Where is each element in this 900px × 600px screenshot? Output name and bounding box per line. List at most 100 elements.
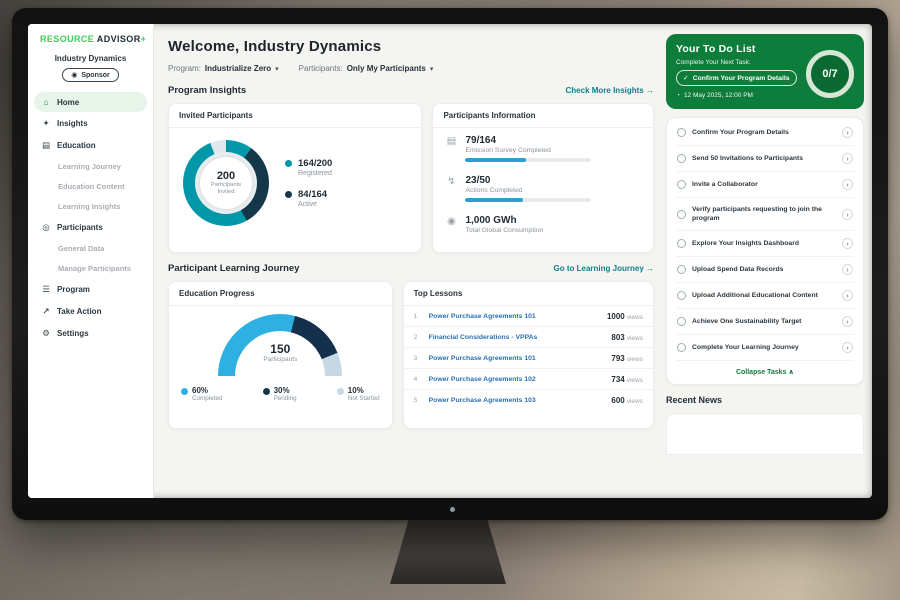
lesson-link[interactable]: Power Purchase Agreements 101 — [429, 355, 605, 362]
checkbox-icon[interactable] — [677, 154, 686, 163]
program-filter-label: Program: — [168, 64, 201, 73]
task-upload-spend-data[interactable]: Upload Spend Data Records › — [676, 257, 854, 283]
checkbox-icon[interactable] — [677, 128, 686, 137]
sidebar-item-learning-journey[interactable]: Learning Journey — [34, 157, 147, 176]
sidebar-item-participants[interactable]: ◎ Participants — [34, 217, 147, 238]
sponsor-label: Sponsor — [81, 72, 109, 79]
checkbox-icon[interactable] — [677, 239, 686, 248]
lesson-row: 5 Power Purchase Agreements 103 600views — [404, 390, 653, 410]
collapse-tasks-link[interactable]: Collapse Tasks ∧ — [676, 361, 854, 382]
go-to-learning-journey-link[interactable]: Go to Learning Journey → — [554, 264, 654, 273]
chevron-right-icon[interactable]: › — [842, 238, 853, 249]
logo-advisor: ADVISOR — [97, 34, 141, 44]
task-verify-participants[interactable]: Verify participants requesting to join t… — [676, 198, 854, 231]
participants-icon: ◎ — [41, 222, 51, 233]
progress-bar-fill — [465, 198, 523, 202]
clock-icon: ◔ — [676, 92, 680, 99]
lesson-views-value: 803 — [611, 333, 624, 342]
lesson-link[interactable]: Power Purchase Agreements 101 — [429, 313, 600, 320]
task-upload-educational-content[interactable]: Upload Additional Educational Content › — [676, 283, 854, 309]
chevron-right-icon[interactable]: › — [842, 342, 853, 353]
sidebar-item-education[interactable]: ▤ Education — [34, 135, 147, 156]
participants-filter-value[interactable]: Only My Participants — [347, 64, 426, 73]
chevron-right-icon[interactable]: › — [842, 209, 853, 220]
gear-icon: ⚙ — [41, 328, 51, 339]
checkbox-icon[interactable] — [677, 265, 686, 274]
sidebar-item-settings[interactable]: ⚙ Settings — [34, 323, 147, 344]
chevron-right-icon[interactable]: › — [842, 264, 853, 275]
monitor-stand — [390, 520, 506, 584]
program-filter-value[interactable]: Industrialize Zero — [205, 64, 271, 73]
invited-legend: 164/200 Registered 84/164 Active — [285, 158, 332, 208]
sidebar-item-manage-participants[interactable]: Manage Participants — [34, 259, 147, 278]
stat-emission-survey: ▤ 79/164 Emission Survey Completed — [433, 128, 653, 168]
sidebar-item-take-action[interactable]: ↗ Take Action — [34, 301, 147, 322]
legend-item-registered: 164/200 Registered — [285, 158, 332, 177]
lightning-icon: ↯ — [445, 176, 457, 187]
sponsor-badge[interactable]: ◉ Sponsor — [62, 68, 119, 82]
invited-participants-card-title: Invited Participants — [169, 104, 421, 128]
sidebar-item-label: Home — [57, 98, 79, 107]
gauge-center-value: 150 — [218, 342, 342, 356]
legend-label: Completed — [192, 395, 222, 402]
lesson-row: 3 Power Purchase Agreements 101 793views — [404, 348, 653, 369]
todo-next-task-label: Confirm Your Program Details — [693, 75, 790, 82]
lesson-rank: 4 — [414, 376, 422, 383]
chevron-down-icon[interactable]: ▾ — [275, 65, 279, 73]
lesson-views-label: views — [627, 314, 643, 321]
task-confirm-program-details[interactable]: Confirm Your Program Details › — [676, 120, 854, 146]
lesson-link[interactable]: Power Purchase Agreements 103 — [429, 397, 605, 404]
program-filter: Program: Industrialize Zero ▾ — [168, 64, 279, 73]
take-action-icon: ↗ — [41, 306, 51, 317]
task-invite-collaborator[interactable]: Invite a Collaborator › — [676, 172, 854, 198]
task-complete-learning-journey[interactable]: Complete Your Learning Journey › — [676, 335, 854, 361]
sidebar-item-learning-insights[interactable]: Learning Insights — [34, 197, 147, 216]
participants-filter-label: Participants: — [299, 64, 343, 73]
chevron-right-icon[interactable]: › — [842, 179, 853, 190]
sidebar-item-insights[interactable]: ✦ Insights — [34, 113, 147, 134]
org-name: Industry Dynamics — [28, 54, 153, 63]
checkbox-icon[interactable] — [677, 291, 686, 300]
sidebar: RESOURCE ADVISOR+ Industry Dynamics ◉ Sp… — [28, 24, 154, 498]
stat-value: 23/50 — [465, 175, 591, 186]
legend-label: Registered — [298, 170, 332, 177]
gauge-center-label: Participants — [218, 356, 342, 363]
checkbox-icon[interactable] — [677, 343, 686, 352]
lesson-views-value: 600 — [611, 396, 624, 405]
chevron-up-icon: ∧ — [788, 369, 794, 376]
sidebar-item-home[interactable]: ⌂ Home — [34, 92, 147, 112]
chevron-right-icon[interactable]: › — [842, 127, 853, 138]
task-send-invitations[interactable]: Send 50 Invitations to Participants › — [676, 146, 854, 172]
checkbox-icon[interactable] — [677, 210, 686, 219]
survey-icon: ▤ — [445, 136, 457, 147]
legend-label: Pending — [274, 395, 297, 402]
checkbox-icon[interactable] — [677, 317, 686, 326]
sidebar-item-general-data[interactable]: General Data — [34, 239, 147, 258]
recent-news-title: Recent News — [666, 395, 864, 405]
sidebar-item-education-content[interactable]: Education Content — [34, 177, 147, 196]
lesson-link[interactable]: Power Purchase Agreements 102 — [429, 376, 605, 383]
arrow-right-icon: → — [646, 264, 654, 273]
chevron-right-icon[interactable]: › — [842, 153, 853, 164]
sidebar-item-program[interactable]: ☰ Program — [34, 279, 147, 300]
stat-value: 79/164 — [465, 135, 591, 146]
task-label: Achieve One Sustainability Target — [692, 317, 836, 326]
chevron-right-icon[interactable]: › — [842, 290, 853, 301]
lesson-views-label: views — [627, 356, 643, 363]
lesson-link[interactable]: Financial Considerations - VPPAs — [429, 334, 605, 341]
stat-label: Emission Survey Completed — [465, 147, 591, 154]
gauge-center: 150 Participants — [218, 342, 342, 363]
education-legend: 60% Completed 30% Pending — [169, 380, 392, 410]
checkbox-icon[interactable] — [677, 180, 686, 189]
task-explore-insights[interactable]: Explore Your Insights Dashboard › — [676, 231, 854, 257]
chevron-right-icon[interactable]: › — [842, 316, 853, 327]
chevron-down-icon[interactable]: ▾ — [430, 65, 434, 73]
lesson-row: 2 Financial Considerations - VPPAs 803vi… — [404, 327, 653, 348]
todo-next-task[interactable]: ✓ Confirm Your Program Details — [676, 70, 797, 86]
legend-value: 84/164 — [298, 189, 327, 200]
task-achieve-sustainability-target[interactable]: Achieve One Sustainability Target › — [676, 309, 854, 335]
task-label: Upload Additional Educational Content — [692, 291, 836, 300]
lesson-rank: 1 — [414, 313, 422, 320]
check-more-insights-link[interactable]: Check More Insights → — [566, 86, 654, 95]
invited-participants-card: Invited Participants 200 Participants In… — [168, 103, 422, 253]
